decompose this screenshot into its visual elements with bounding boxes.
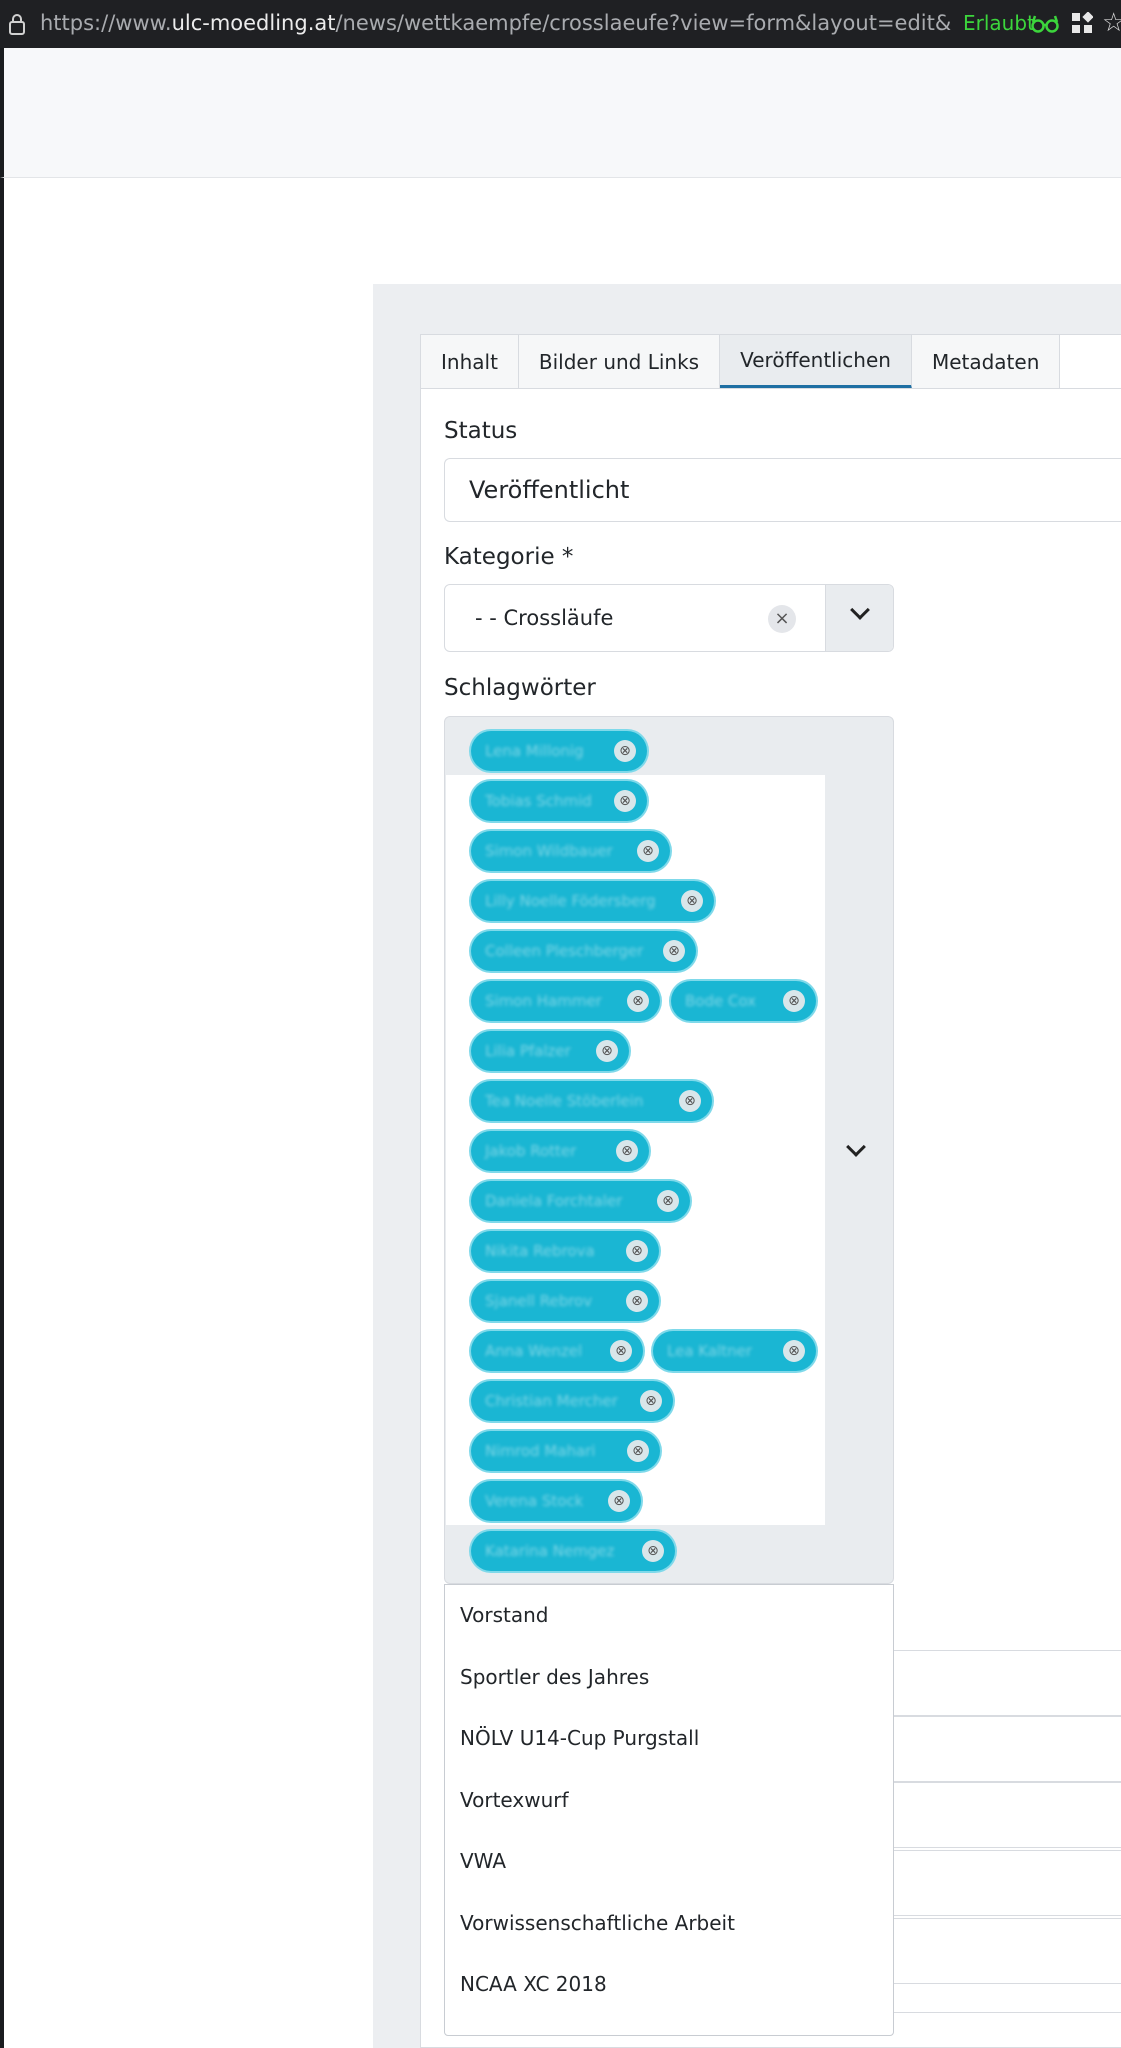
- form-field-row[interactable]: [894, 1850, 1121, 1916]
- tag-chip: Nimrod Mahari ⊗: [471, 1431, 660, 1471]
- remove-tag-icon[interactable]: ⊗: [608, 1490, 630, 1512]
- remove-tag-icon[interactable]: ⊗: [783, 990, 805, 1012]
- site-header: [0, 48, 1121, 178]
- remove-tag-icon[interactable]: ⊗: [657, 1190, 679, 1212]
- remove-tag-icon[interactable]: ⊗: [614, 790, 636, 812]
- tag-chip: Katarina Nemgez ⊗: [471, 1531, 675, 1571]
- category-dropdown-toggle[interactable]: [825, 585, 893, 651]
- tag-chip: Simon Wildbauer ⊗: [471, 831, 670, 871]
- form-field-row[interactable]: [894, 1716, 1121, 1782]
- tags-dropdown-menu: Vorstand Sportler des Jahres NÖLV U14-Cu…: [444, 1584, 894, 2036]
- left-border: [0, 178, 4, 2048]
- tags-label: Schlagwörter: [444, 675, 596, 701]
- tab-veroeffentlichen[interactable]: Veröffentlichen: [720, 335, 912, 389]
- remove-tag-icon[interactable]: ⊗: [610, 1340, 632, 1362]
- tag-chip: Jakob Rotter ⊗: [471, 1131, 649, 1171]
- tab-inhalt[interactable]: Inhalt: [421, 335, 519, 389]
- permission-status[interactable]: Erlaubt: [963, 11, 1035, 35]
- tag-chip: Nikita Rebrova ⊗: [471, 1231, 659, 1271]
- tag-chip: Colleen Pleschberger ⊗: [471, 931, 696, 971]
- tag-chip: Lea Kaltner ⊗: [653, 1331, 816, 1371]
- form-field-row[interactable]: [894, 1918, 1121, 1984]
- url-field[interactable]: https://www.ulc-moedling.at/news/wettkae…: [40, 11, 952, 35]
- tag-chip: Tea Noelle Stöberlein ⊗: [471, 1081, 712, 1121]
- dropdown-option[interactable]: VWA: [445, 1831, 893, 1893]
- remove-tag-icon[interactable]: ⊗: [642, 1540, 664, 1562]
- category-value: - - Crossläufe: [475, 606, 614, 630]
- remove-tag-icon[interactable]: ⊗: [637, 840, 659, 862]
- remove-tag-icon[interactable]: ⊗: [627, 1440, 649, 1462]
- remove-tag-icon[interactable]: ⊗: [679, 1090, 701, 1112]
- tab-bilder-und-links[interactable]: Bilder und Links: [518, 335, 721, 389]
- remove-tag-icon[interactable]: ⊗: [614, 740, 636, 762]
- remove-tag-icon[interactable]: ⊗: [640, 1390, 662, 1412]
- tag-chip: Tobias Schmid ⊗: [471, 781, 647, 821]
- tag-chip: Lena Millonig ⊗: [471, 731, 647, 771]
- remove-tag-icon[interactable]: ⊗: [681, 890, 703, 912]
- url-prefix: https://www.: [40, 11, 172, 35]
- browser-address-bar: https://www.ulc-moedling.at/news/wettkae…: [0, 0, 1121, 48]
- url-host: ulc-moedling.at: [171, 11, 336, 35]
- tag-chip: Sjanell Rebrov ⊗: [471, 1281, 659, 1321]
- dropdown-option[interactable]: Vortexwurf: [445, 1770, 893, 1832]
- tag-chip: Christian Mercher ⊗: [471, 1381, 673, 1421]
- remove-tag-icon[interactable]: ⊗: [626, 1290, 648, 1312]
- form-field-row[interactable]: [894, 1650, 1121, 1716]
- remove-tag-icon[interactable]: ⊗: [626, 1240, 648, 1262]
- category-label: Kategorie *: [444, 544, 574, 570]
- tag-chip: Bode Cox ⊗: [671, 981, 816, 1021]
- remove-tag-icon[interactable]: ⊗: [663, 940, 685, 962]
- extensions-icon[interactable]: [1071, 12, 1093, 34]
- chevron-down-icon: [850, 600, 870, 620]
- tag-chip: Simon Hammer ⊗: [471, 981, 660, 1021]
- dropdown-option[interactable]: NCAA XC 2018: [445, 1954, 893, 2016]
- remove-tag-icon[interactable]: ⊗: [596, 1040, 618, 1062]
- glasses-icon[interactable]: [1031, 14, 1059, 34]
- form-tabs: Inhalt Bilder und Links Veröffentlichen …: [421, 335, 1061, 389]
- form-divider: [894, 2012, 1121, 2013]
- dropdown-option[interactable]: Vorwissenschaftliche Arbeit: [445, 1893, 893, 1955]
- remove-tag-icon[interactable]: ⊗: [616, 1140, 638, 1162]
- tag-chip: Daniela Forchtaler ⊗: [471, 1181, 690, 1221]
- url-path: /news/wettkaempfe/crosslaeufe?view=form&…: [335, 11, 952, 35]
- tag-chip: Anna Wenzel ⊗: [471, 1331, 643, 1371]
- tabs-divider: [421, 388, 1121, 389]
- star-icon[interactable]: ☆: [1102, 8, 1121, 38]
- dropdown-option[interactable]: Sportler des Jahres: [445, 1647, 893, 1709]
- category-select[interactable]: - - Crossläufe ×: [444, 584, 894, 652]
- dropdown-option[interactable]: Vorstand: [445, 1585, 893, 1647]
- status-select[interactable]: Veröffentlicht: [444, 458, 1121, 522]
- dropdown-option[interactable]: NÖLV U14-Cup Purgstall: [445, 1708, 893, 1770]
- tag-chip: Verena Stock ⊗: [471, 1481, 641, 1521]
- form-field-row[interactable]: [894, 1782, 1121, 1848]
- category-clear-icon[interactable]: ×: [768, 605, 796, 633]
- tag-chip: Lilly Noelle Födersberg ⊗: [471, 881, 714, 921]
- tab-metadaten[interactable]: Metadaten: [911, 335, 1061, 389]
- remove-tag-icon[interactable]: ⊗: [783, 1340, 805, 1362]
- lock-icon: [9, 14, 25, 35]
- remove-tag-icon[interactable]: ⊗: [627, 990, 649, 1012]
- tag-chip: Lilia Pfalzer ⊗: [471, 1031, 629, 1071]
- status-label: Status: [444, 418, 518, 444]
